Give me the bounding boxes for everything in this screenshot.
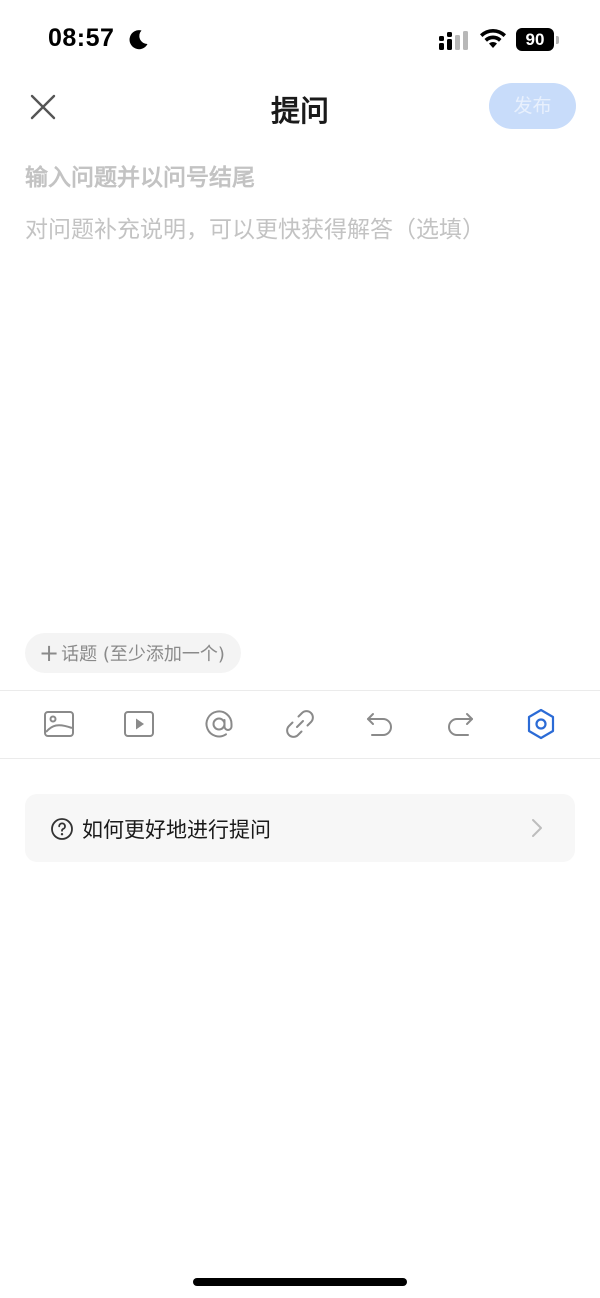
moon-icon [129,30,148,50]
editor-toolbar [0,691,600,758]
question-title-input[interactable] [25,158,575,198]
add-topic-button[interactable]: + 话题 (至少添加一个) [25,633,241,673]
battery-tip [556,36,559,44]
battery-icon: 90 [516,28,560,51]
how-to-ask-label: 如何更好地进行提问 [82,818,271,842]
wifi-icon [480,28,506,48]
link-icon[interactable] [283,707,317,741]
nav-bar: 提问 发布 [0,80,600,136]
status-time: 08:57 [48,24,115,52]
at-icon[interactable] [202,707,236,741]
publish-button[interactable]: 发布 [489,83,576,129]
question-description-input[interactable] [25,210,575,250]
image-icon[interactable] [42,707,76,741]
undo-icon[interactable] [363,707,397,741]
add-topic-label: 话题 (至少添加一个) [61,644,225,665]
toolbar-bottom-divider [0,758,600,759]
video-icon[interactable] [122,707,156,741]
question-circle-icon [51,818,73,840]
signal-icon [439,31,468,50]
chevron-right-icon [532,819,542,837]
battery-level: 90 [516,28,554,51]
settings-hex-icon[interactable] [524,707,558,741]
home-indicator [193,1278,407,1286]
plus-icon: + [39,639,60,667]
status-bar: 08:57 90 [0,0,600,80]
redo-icon[interactable] [443,707,477,741]
how-to-ask-card[interactable]: 如何更好地进行提问 [25,794,575,862]
